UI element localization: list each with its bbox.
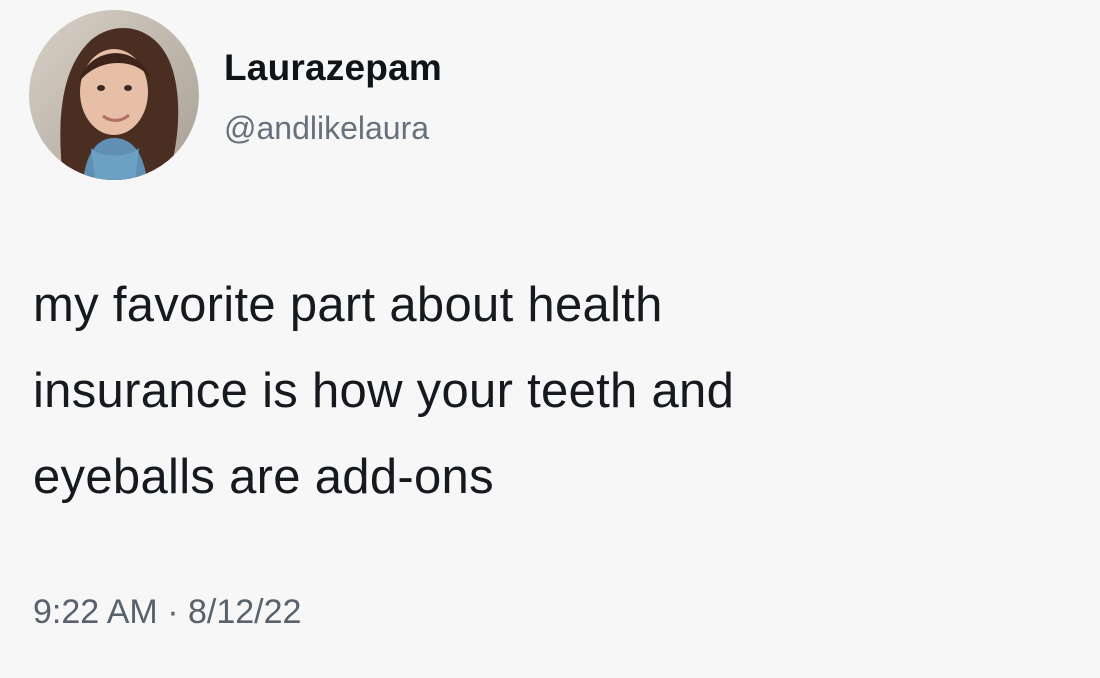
display-name[interactable]: Laurazepam <box>224 47 442 89</box>
tweet-timestamp[interactable]: 9:22 AM · 8/12/22 <box>33 593 301 632</box>
tweet-text: my favorite part about health insurance … <box>33 262 1053 520</box>
tweet-card: Laurazepam @andlikelaura my favorite par… <box>0 0 1100 678</box>
tweet-text-line: my favorite part about health <box>33 278 663 332</box>
tweet-text-line: insurance is how your teeth and <box>33 364 735 418</box>
user-handle[interactable]: @andlikelaura <box>224 110 429 147</box>
avatar[interactable] <box>29 10 199 180</box>
tweet-text-line: eyeballs are add-ons <box>33 450 494 504</box>
profile-photo <box>29 10 199 180</box>
